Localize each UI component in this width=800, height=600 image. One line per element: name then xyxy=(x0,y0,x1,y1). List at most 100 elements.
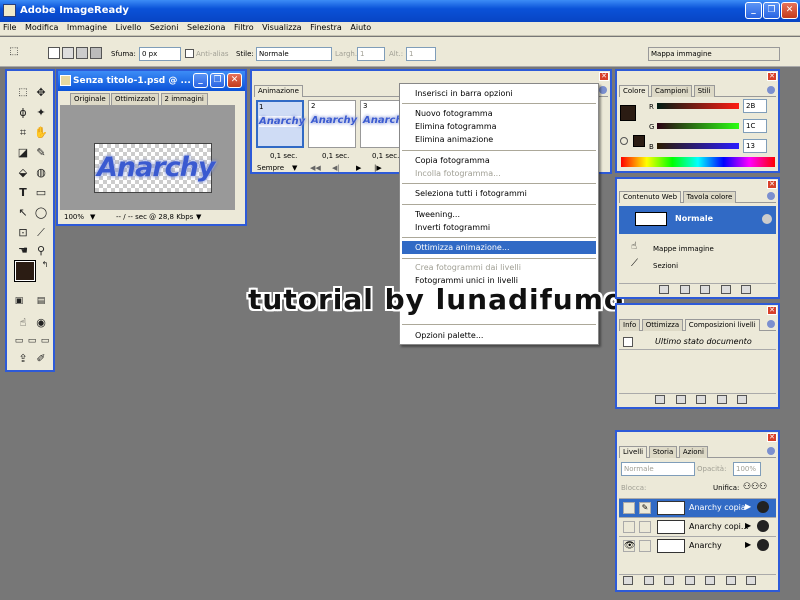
height-input[interactable]: 1 xyxy=(406,47,436,61)
next-frame-icon[interactable]: |▶ xyxy=(374,163,382,173)
intersect-selection-button[interactable] xyxy=(90,47,102,59)
delete-layer-icon[interactable] xyxy=(746,576,757,585)
layer-row[interactable]: Anarchy copi... ▶ xyxy=(619,517,776,536)
new-rollover-icon[interactable] xyxy=(659,285,669,294)
web-content-close-icon[interactable]: ✕ xyxy=(767,180,777,189)
unify-icons[interactable]: ⚇⚇⚇ xyxy=(743,482,767,492)
menu-item-new-frame[interactable]: Nuovo fotogramma xyxy=(415,108,595,120)
menu-select[interactable]: Seleziona xyxy=(184,22,228,34)
b-value-input[interactable]: 13 xyxy=(743,139,767,153)
tab-styles[interactable]: Stili xyxy=(693,85,715,97)
layer-expand-icon[interactable]: ▶ xyxy=(745,502,751,511)
menu-image[interactable]: Immagine xyxy=(64,22,110,34)
web-color-swatch[interactable] xyxy=(633,135,645,147)
marquee-icon[interactable]: ⬚ xyxy=(15,85,31,101)
move-icon[interactable]: ✥ xyxy=(33,85,49,101)
first-frame-icon[interactable]: ◀◀ xyxy=(310,163,321,173)
layer-expand-icon[interactable]: ▶ xyxy=(745,521,751,530)
minimize-button[interactable]: _ xyxy=(745,2,762,19)
zoom-level[interactable]: 100% xyxy=(64,211,84,223)
swap-colors-icon[interactable]: ↰ xyxy=(37,257,53,273)
jump-to-photoshop-icon[interactable]: ⇪ xyxy=(15,351,31,367)
tab-2up[interactable]: 2 immagini xyxy=(160,93,208,105)
subtract-selection-button[interactable] xyxy=(76,47,88,59)
menu-item-insert-options[interactable]: Inserisci in barra opzioni xyxy=(415,88,595,100)
menu-file[interactable]: File xyxy=(0,22,19,34)
b-slider[interactable] xyxy=(657,143,739,149)
hand-icon[interactable]: ☚ xyxy=(15,243,31,259)
marquee-tool-icon[interactable]: ⬚ xyxy=(6,44,22,60)
menu-item-select-all-frames[interactable]: Seleziona tutti i fotogrammi xyxy=(415,188,595,200)
lasso-icon[interactable]: ϕ xyxy=(15,105,31,121)
tab-actions[interactable]: Azioni xyxy=(678,446,708,458)
new-set-icon[interactable] xyxy=(705,576,716,585)
web-content-menu-icon[interactable] xyxy=(767,192,775,200)
frame-2[interactable]: 2 Anarchy xyxy=(308,100,357,148)
tab-layer-comps[interactable]: Composizioni livelli xyxy=(684,319,760,331)
imagemap-label[interactable]: Mappe immagine xyxy=(653,243,714,255)
maximize-button[interactable]: ❐ xyxy=(763,2,780,19)
tab-optimize[interactable]: Ottimizza xyxy=(641,319,684,331)
tab-animation[interactable]: Animazione xyxy=(254,85,303,97)
menu-item-delete-animation[interactable]: Elimina animazione xyxy=(415,134,595,146)
preview-browser-icon[interactable]: ◉ xyxy=(33,315,49,331)
tab-color-table[interactable]: Tavola colore xyxy=(682,191,737,203)
layers-close-icon[interactable]: ✕ xyxy=(767,433,777,442)
crop-slice-icon[interactable]: ⌗ xyxy=(15,125,31,141)
state-options-icon[interactable] xyxy=(762,214,772,224)
tab-history[interactable]: Storia xyxy=(648,446,678,458)
menu-item-delete-frame[interactable]: Elimina fotogramma xyxy=(415,121,595,133)
play-icon[interactable]: ▶ xyxy=(356,163,361,173)
tab-swatches[interactable]: Campioni xyxy=(650,85,693,97)
loop-dropdown-icon[interactable]: ▼ xyxy=(292,163,297,173)
toggle-slice-visibility-icon[interactable]: ▣ xyxy=(11,293,27,309)
frame-1-delay[interactable]: 0,1 sec. xyxy=(270,151,297,161)
layer-visibility-icon[interactable] xyxy=(623,521,635,533)
zoom-dropdown-icon[interactable]: ▼ xyxy=(90,211,95,223)
menu-item-copy-frame[interactable]: Copia fotogramma xyxy=(415,155,595,167)
web-state-row[interactable]: Normale xyxy=(619,206,776,234)
tab-original[interactable]: Originale xyxy=(70,93,110,105)
layers-menu-icon[interactable] xyxy=(767,447,775,455)
layer-name[interactable]: Anarchy copia xyxy=(689,503,746,512)
paint-bucket-icon[interactable]: ⬙ xyxy=(15,165,31,181)
create-imagemap-icon[interactable] xyxy=(700,285,711,294)
layer-row[interactable]: 👁 Anarchy ▶ xyxy=(619,536,776,555)
loop-select[interactable]: Sempre xyxy=(257,163,284,173)
layer-effects-icon[interactable] xyxy=(757,520,769,532)
tab-web-content[interactable]: Contenuto Web xyxy=(619,191,682,203)
prev-frame-icon[interactable]: ◀| xyxy=(332,163,340,173)
g-value-input[interactable]: 1C xyxy=(743,119,767,133)
menu-help[interactable]: Aiuto xyxy=(347,22,374,34)
tab-color[interactable]: Colore xyxy=(619,85,650,97)
type-icon[interactable]: T xyxy=(15,185,31,201)
frame-3-delay[interactable]: 0,1 sec. xyxy=(372,151,399,161)
image-canvas[interactable]: Anarchy xyxy=(94,143,215,193)
menu-layer[interactable]: Livello xyxy=(113,22,145,34)
eyedropper-icon[interactable]: ⟋ xyxy=(33,225,49,241)
menu-window[interactable]: Finestra xyxy=(307,22,345,34)
web-safe-icon[interactable] xyxy=(620,137,628,145)
layer-link-icon[interactable] xyxy=(639,540,651,552)
r-slider[interactable] xyxy=(657,103,739,109)
imagemap-tab[interactable]: Mappa immagine xyxy=(648,47,780,61)
layer-next-icon[interactable] xyxy=(643,576,654,585)
doc-maximize-button[interactable]: ❐ xyxy=(210,73,225,88)
layer-link-icon[interactable] xyxy=(639,521,651,533)
prev-comp-icon[interactable] xyxy=(655,395,665,404)
doc-minimize-button[interactable]: _ xyxy=(193,73,208,88)
menu-item-palette-options[interactable]: Opzioni palette... xyxy=(415,330,595,342)
eraser-icon[interactable]: ◪ xyxy=(15,145,31,161)
layer-effects-icon[interactable] xyxy=(757,539,769,551)
g-slider[interactable] xyxy=(657,123,739,129)
layer-prev-icon[interactable] xyxy=(623,576,633,585)
animation-menu-icon[interactable] xyxy=(599,86,607,94)
layer-effects-icon[interactable] xyxy=(757,501,769,513)
download-time[interactable]: -- / -- sec @ 28,8 Kbps xyxy=(116,211,193,223)
menu-view[interactable]: Visualizza xyxy=(259,22,304,34)
slices-label[interactable]: Sezioni xyxy=(653,260,678,272)
color-close-icon[interactable]: ✕ xyxy=(767,72,777,81)
style-select[interactable]: Normale xyxy=(256,47,332,61)
crop-icon[interactable]: ⊡ xyxy=(15,225,31,241)
tab-info[interactable]: Info xyxy=(619,319,641,331)
